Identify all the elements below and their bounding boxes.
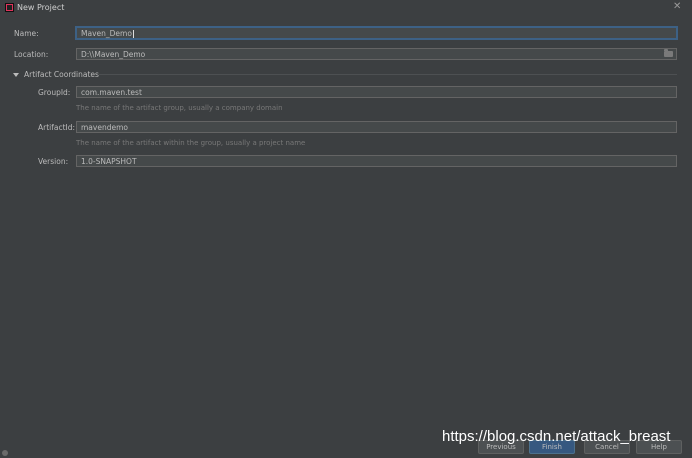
artifactid-label: ArtifactId:: [38, 123, 76, 132]
artifactid-hint: The name of the artifact within the grou…: [76, 139, 306, 147]
watermark-text: https://blog.csdn.net/attack_breast: [442, 428, 671, 445]
version-field[interactable]: 1.0-SNAPSHOT: [76, 155, 677, 167]
title-bar: New Project ✕: [0, 0, 692, 17]
location-field[interactable]: D:\\Maven_Demo: [76, 48, 677, 60]
intellij-app-icon: [5, 3, 14, 12]
artifactid-value: mavendemo: [81, 123, 128, 132]
close-icon[interactable]: ✕: [673, 1, 681, 12]
artifact-coordinates-toggle[interactable]: Artifact Coordinates: [13, 70, 99, 79]
artifactid-field[interactable]: mavendemo: [76, 121, 677, 133]
expand-arrow-icon: [13, 73, 19, 77]
version-value: 1.0-SNAPSHOT: [81, 157, 137, 166]
section-title: Artifact Coordinates: [24, 70, 99, 79]
help-icon[interactable]: [2, 450, 8, 456]
text-caret: [132, 30, 134, 38]
window-title: New Project: [17, 3, 65, 12]
name-field[interactable]: Maven_Demo: [76, 27, 677, 39]
name-label: Name:: [14, 29, 39, 38]
version-label: Version:: [38, 157, 69, 166]
groupid-value: com.maven.test: [81, 88, 142, 97]
location-label: Location:: [14, 50, 49, 59]
groupid-label: GroupId:: [38, 88, 71, 97]
groupid-field[interactable]: com.maven.test: [76, 86, 677, 98]
section-divider: [99, 74, 677, 75]
location-value: D:\\Maven_Demo: [81, 50, 146, 59]
groupid-hint: The name of the artifact group, usually …: [76, 104, 283, 112]
folder-icon[interactable]: [664, 49, 673, 57]
name-value: Maven_Demo: [81, 29, 132, 38]
